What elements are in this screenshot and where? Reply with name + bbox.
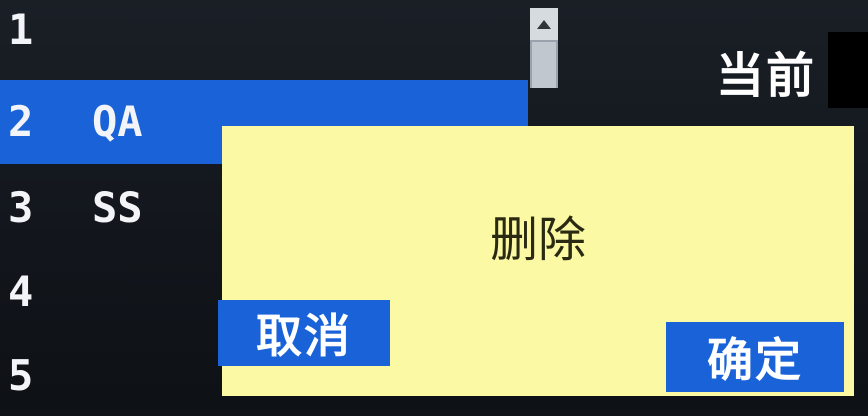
confirm-button[interactable]: 确定 <box>666 322 844 392</box>
list-item-number: 2 <box>8 97 34 146</box>
device-screen: 1 2 QA 3 SS 4 5 当前 SS 删除 取消 确定 <box>0 0 868 409</box>
list-item-number: 3 <box>8 183 34 232</box>
list-item-1[interactable]: 1 <box>0 0 528 70</box>
scroll-up-button[interactable] <box>530 8 558 40</box>
cancel-button[interactable]: 取消 <box>218 300 390 366</box>
dialog-title: 删除 <box>489 212 586 268</box>
list-item-name: SS <box>92 183 143 232</box>
list-item-number: 5 <box>8 351 34 400</box>
current-label: 当前 <box>716 48 817 104</box>
list-item-name: QA <box>92 97 143 146</box>
list-item-number: 4 <box>8 267 34 316</box>
redaction-mask <box>828 32 868 108</box>
list-scrollbar[interactable] <box>530 8 558 88</box>
list-item-number: 1 <box>8 5 34 54</box>
delete-dialog: 删除 取消 确定 <box>218 126 854 396</box>
triangle-up-icon <box>537 19 551 29</box>
scroll-thumb[interactable] <box>532 42 556 88</box>
